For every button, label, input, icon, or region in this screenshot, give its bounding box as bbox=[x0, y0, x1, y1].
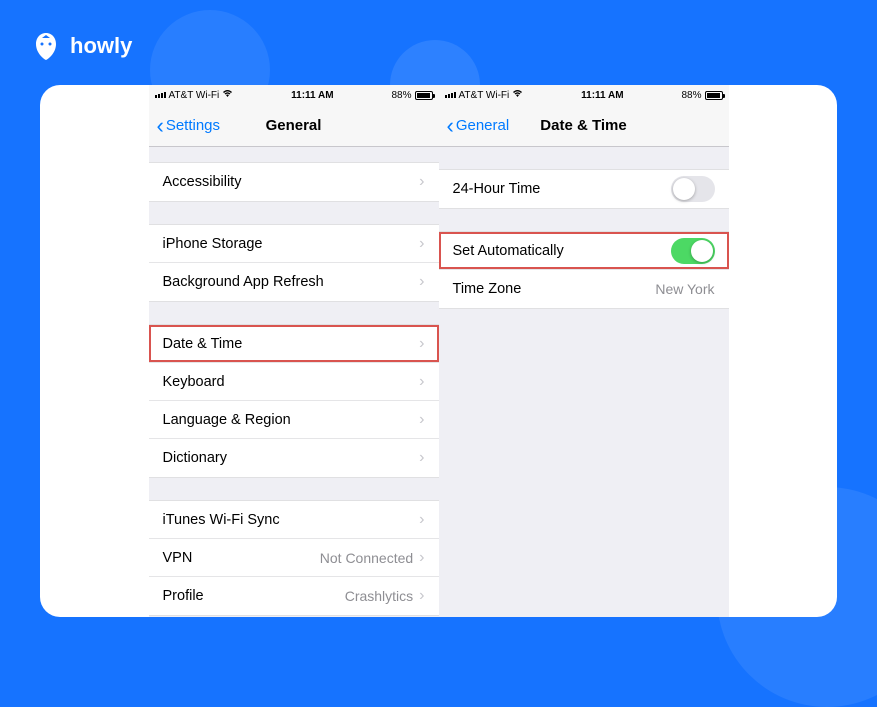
row-vpn[interactable]: VPN Not Connected › bbox=[149, 539, 439, 577]
status-time: 11:11 AM bbox=[581, 90, 623, 101]
carrier-label: AT&T Wi-Fi bbox=[459, 90, 510, 101]
back-button[interactable]: ‹ Settings bbox=[157, 115, 221, 137]
chevron-right-icon: › bbox=[419, 274, 424, 290]
status-bar: AT&T Wi-Fi 11:11 AM 88% bbox=[439, 85, 729, 105]
page-title: Date & Time bbox=[540, 117, 626, 134]
row-value: New York bbox=[655, 281, 714, 297]
row-value: Crashlytics bbox=[345, 588, 413, 604]
status-bar: AT&T Wi-Fi 11:11 AM 88% bbox=[149, 85, 439, 105]
row-label: Dictionary bbox=[163, 450, 420, 466]
row-value: Not Connected bbox=[320, 550, 413, 566]
row-profile[interactable]: Profile Crashlytics › bbox=[149, 577, 439, 615]
toggle-24hour[interactable] bbox=[671, 176, 715, 202]
nav-bar: ‹ Settings General bbox=[149, 105, 439, 147]
owl-icon bbox=[30, 30, 62, 62]
status-time: 11:11 AM bbox=[291, 90, 333, 101]
back-label: Settings bbox=[166, 117, 220, 134]
row-24hour-time[interactable]: 24-Hour Time bbox=[439, 170, 729, 208]
carrier-label: AT&T Wi-Fi bbox=[169, 90, 220, 101]
row-accessibility[interactable]: Accessibility › bbox=[149, 163, 439, 201]
chevron-right-icon: › bbox=[419, 550, 424, 566]
chevron-left-icon: ‹ bbox=[157, 115, 164, 137]
row-background-refresh[interactable]: Background App Refresh › bbox=[149, 263, 439, 301]
back-label: General bbox=[456, 117, 509, 134]
row-label: Time Zone bbox=[453, 281, 656, 297]
wifi-icon bbox=[512, 89, 523, 101]
toggle-set-automatically[interactable] bbox=[671, 238, 715, 264]
row-label: VPN bbox=[163, 550, 320, 566]
nav-bar: ‹ General Date & Time bbox=[439, 105, 729, 147]
battery-icon bbox=[415, 91, 433, 100]
row-language-region[interactable]: Language & Region › bbox=[149, 401, 439, 439]
row-dictionary[interactable]: Dictionary › bbox=[149, 439, 439, 477]
signal-icon bbox=[445, 92, 456, 98]
wifi-icon bbox=[222, 89, 233, 101]
chevron-right-icon: › bbox=[419, 512, 424, 528]
row-label: Background App Refresh bbox=[163, 274, 420, 290]
row-iphone-storage[interactable]: iPhone Storage › bbox=[149, 225, 439, 263]
battery-percent: 88% bbox=[681, 90, 701, 101]
row-label: Set Automatically bbox=[453, 243, 671, 259]
chevron-left-icon: ‹ bbox=[447, 115, 454, 137]
row-date-time[interactable]: Date & Time › bbox=[149, 325, 439, 363]
row-itunes-wifi[interactable]: iTunes Wi-Fi Sync › bbox=[149, 501, 439, 539]
row-label: Keyboard bbox=[163, 374, 420, 390]
chevron-right-icon: › bbox=[419, 336, 424, 352]
phone-general-settings: AT&T Wi-Fi 11:11 AM 88% ‹ Settings Gener… bbox=[149, 85, 439, 617]
signal-icon bbox=[155, 92, 166, 98]
chevron-right-icon: › bbox=[419, 450, 424, 466]
row-keyboard[interactable]: Keyboard › bbox=[149, 363, 439, 401]
row-time-zone[interactable]: Time Zone New York bbox=[439, 270, 729, 308]
row-set-automatically[interactable]: Set Automatically bbox=[439, 232, 729, 270]
phone-date-time-settings: AT&T Wi-Fi 11:11 AM 88% ‹ General Date &… bbox=[439, 85, 729, 617]
chevron-right-icon: › bbox=[419, 374, 424, 390]
chevron-right-icon: › bbox=[419, 588, 424, 604]
row-label: Profile bbox=[163, 588, 345, 604]
chevron-right-icon: › bbox=[419, 236, 424, 252]
row-label: iTunes Wi-Fi Sync bbox=[163, 512, 420, 528]
battery-percent: 88% bbox=[391, 90, 411, 101]
chevron-right-icon: › bbox=[419, 412, 424, 428]
back-button[interactable]: ‹ General bbox=[447, 115, 510, 137]
row-label: iPhone Storage bbox=[163, 236, 420, 252]
content-card: AT&T Wi-Fi 11:11 AM 88% ‹ Settings Gener… bbox=[40, 85, 837, 617]
logo-text: howly bbox=[70, 33, 132, 59]
page-title: General bbox=[266, 117, 322, 134]
row-label: Date & Time bbox=[163, 336, 420, 352]
chevron-right-icon: › bbox=[419, 174, 424, 190]
howly-logo: howly bbox=[30, 30, 132, 62]
row-label: 24-Hour Time bbox=[453, 181, 671, 197]
row-label: Accessibility bbox=[163, 174, 420, 190]
battery-icon bbox=[705, 91, 723, 100]
row-label: Language & Region bbox=[163, 412, 420, 428]
